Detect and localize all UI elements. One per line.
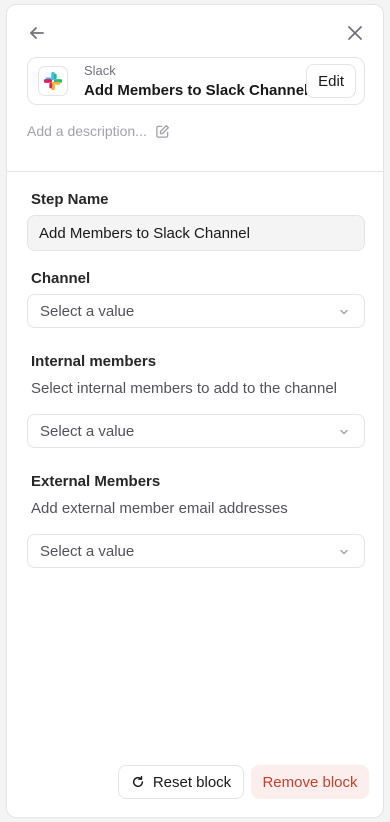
app-action-title: Add Members to Slack Channel: [84, 82, 309, 99]
internal-members-select[interactable]: Select a value: [27, 414, 365, 448]
app-provider-label: Slack: [84, 63, 116, 78]
pencil-square-icon[interactable]: [155, 124, 170, 139]
panel-topbar: [7, 5, 383, 57]
arrow-left-icon: [30, 27, 44, 39]
internal-members-select-value: Select a value: [40, 422, 135, 440]
close-button[interactable]: [341, 19, 369, 47]
reset-block-label: Reset block: [152, 773, 232, 791]
internal-members-label: Internal members: [31, 353, 157, 370]
reset-block-button[interactable]: Reset block: [118, 765, 244, 799]
external-members-label: External Members: [31, 473, 161, 490]
step-name-input[interactable]: Add Members to Slack Channel: [27, 215, 365, 251]
description-field[interactable]: Add a description...: [27, 123, 170, 139]
step-name-label: Step Name: [31, 191, 109, 208]
back-button[interactable]: [23, 19, 51, 47]
close-icon: [348, 26, 362, 40]
block-settings-panel: Slack Add Members to Slack Channel Edit …: [6, 4, 384, 818]
channel-select-value: Select a value: [40, 302, 135, 320]
channel-select[interactable]: Select a value: [27, 294, 365, 328]
remove-block-button[interactable]: Remove block: [251, 765, 369, 799]
chevron-down-icon: [340, 309, 348, 315]
rotate-icon: [132, 775, 143, 788]
section-divider: [7, 171, 383, 172]
edit-button[interactable]: Edit: [306, 64, 356, 98]
slack-logo-icon: [38, 66, 68, 96]
external-members-helper: Add external member email addresses: [31, 500, 288, 517]
external-members-select[interactable]: Select a value: [27, 534, 365, 568]
chevron-down-icon: [340, 549, 348, 555]
description-placeholder[interactable]: Add a description...: [27, 123, 147, 139]
channel-label: Channel: [31, 270, 91, 287]
external-members-select-value: Select a value: [40, 542, 135, 560]
internal-members-helper: Select internal members to add to the ch…: [31, 380, 338, 397]
chevron-down-icon: [340, 429, 348, 435]
app-card: Slack Add Members to Slack Channel Edit: [27, 57, 365, 105]
